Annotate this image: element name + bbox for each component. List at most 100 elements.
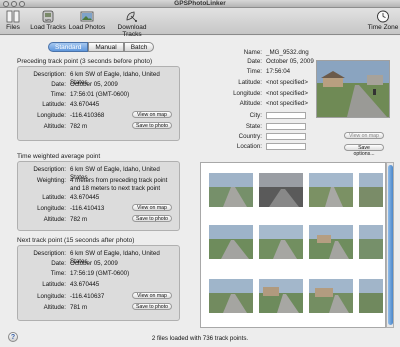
zoom-window-button[interactable] [19, 1, 25, 7]
location-label: Location: [236, 143, 262, 150]
photo-date-value: October 05, 2009 [266, 58, 314, 65]
country-field[interactable] [266, 133, 306, 140]
toolbar-time-zone-label: Time Zone [367, 24, 399, 31]
close-window-button[interactable] [3, 1, 9, 7]
toolbar-files-label: Files [6, 24, 20, 31]
gps-icon: GPS [42, 10, 54, 23]
state-field[interactable] [266, 123, 306, 130]
toolbar-load-photos-button[interactable]: Load Photos [68, 10, 106, 31]
thumbnail [309, 279, 353, 313]
photo-time-label: Time: [246, 68, 262, 75]
preceding-view-on-map-button[interactable]: View on map [132, 111, 172, 118]
next-time-label: Time: [50, 270, 66, 277]
photo-longitude-label: Longitude: [233, 90, 262, 97]
weighted-altitude-label: Altitude: [43, 216, 66, 223]
preceding-time-label: Time: [50, 91, 66, 98]
next-section-title: Next track point (15 seconds after photo… [17, 237, 135, 244]
thumbnail [209, 279, 253, 313]
mode-tabs: Standard Manual Batch [48, 42, 155, 52]
photo-altitude-label: Altitude: [239, 100, 262, 107]
svg-text:GPS: GPS [45, 18, 51, 22]
thumbnail-grid-image [209, 173, 383, 313]
thumbnail [259, 173, 303, 207]
toolbar-time-zone-button[interactable]: Time Zone [367, 10, 399, 31]
next-date-value: October 05, 2009 [70, 260, 118, 267]
thumbnail [359, 173, 383, 207]
next-description-label: Description: [33, 250, 66, 257]
preceding-latitude-label: Latitude: [42, 101, 66, 108]
city-field[interactable] [266, 112, 306, 119]
minimize-window-button[interactable] [11, 1, 17, 7]
clock-icon [377, 10, 389, 23]
next-latitude-value: 43.670445 [70, 281, 100, 288]
thumbnail [209, 225, 253, 259]
tab-manual[interactable]: Manual [88, 42, 124, 52]
thumbnail [359, 225, 383, 259]
preceding-group: Description: 6 km SW of Eagle, Idaho, Uni… [17, 66, 180, 141]
toolbar: Files GPS Load Tracks Load Photos Downlo… [0, 8, 400, 38]
preceding-altitude-label: Altitude: [43, 123, 66, 130]
preceding-description-label: Description: [33, 71, 66, 78]
country-label: Country: [238, 133, 262, 140]
preceding-latitude-value: 43.670445 [70, 101, 100, 108]
next-latitude-label: Latitude: [42, 281, 66, 288]
weighted-weighting-label: Weighting: [36, 177, 66, 184]
preceding-section-title: Preceding track point (3 seconds before … [17, 58, 153, 65]
toolbar-load-tracks-label: Load Tracks [30, 24, 66, 31]
toolbar-load-photos-label: Load Photos [68, 24, 106, 31]
photo-time-value: 17:56:04 [266, 68, 291, 75]
toolbar-download-tracks-button[interactable]: Download Tracks [108, 10, 156, 38]
photo-view-on-map-button[interactable]: View on map [344, 132, 384, 139]
next-view-on-map-button[interactable]: View on map [132, 292, 172, 299]
thumbnail [259, 225, 303, 259]
save-options-button[interactable]: Save options... [344, 144, 384, 157]
tab-standard[interactable]: Standard [48, 42, 89, 52]
toolbar-load-tracks-button[interactable]: GPS Load Tracks [30, 10, 66, 31]
title-bar: GPSPhotoLinker [0, 0, 400, 8]
photo-latitude-value: <not specified> [266, 79, 308, 86]
location-field[interactable] [266, 143, 306, 150]
weighted-view-on-map-button[interactable]: View on map [132, 204, 172, 211]
next-date-label: Date: [51, 260, 66, 267]
weighted-save-to-photo-button[interactable]: Save to photo [132, 215, 172, 222]
photo-name-value: _MG_9532.dng [266, 49, 309, 56]
weighted-latitude-value: 43.670445 [70, 194, 100, 201]
preceding-longitude-label: Longitude: [37, 112, 66, 119]
toolbar-files-button[interactable]: Files [2, 10, 24, 31]
preceding-date-label: Date: [51, 81, 66, 88]
weighted-weighting-value: 4 meters from preceding track point and … [70, 177, 168, 192]
thumbnail [209, 173, 253, 207]
next-time-value: 17:56:19 (GMT-0600) [70, 270, 130, 277]
weighted-longitude-label: Longitude: [37, 205, 66, 212]
photo-date-label: Date: [247, 58, 262, 65]
preceding-date-value: October 05, 2009 [70, 81, 118, 88]
photo-longitude-value: <not specified> [266, 90, 308, 97]
weighted-latitude-label: Latitude: [42, 194, 66, 201]
photo-preview-image [317, 61, 389, 117]
photo-latitude-label: Latitude: [238, 79, 262, 86]
photo-icon [80, 11, 94, 22]
photo-thumbnail-grid[interactable] [200, 162, 386, 328]
thumbnail [259, 279, 303, 313]
photo-name-label: Name: [243, 49, 262, 56]
next-save-to-photo-button[interactable]: Save to photo [132, 303, 172, 310]
tab-batch[interactable]: Batch [123, 42, 155, 52]
thumbnail-scrollbar[interactable] [386, 162, 394, 328]
thumbnail [359, 279, 383, 313]
window-title: GPSPhotoLinker [174, 0, 226, 7]
satellite-dish-icon [126, 11, 137, 22]
weighted-group: Description: 6 km SW of Eagle, Idaho, Uni… [17, 161, 180, 231]
scrollbar-thumb[interactable] [388, 165, 393, 325]
main-panel: Standard Manual Batch Preceding track po… [0, 36, 400, 347]
weighted-description-label: Description: [33, 166, 66, 173]
weighted-section-title: Time weighted average point [17, 153, 101, 160]
photo-preview [316, 60, 390, 118]
status-text: 2 files loaded with 736 track points. [151, 335, 249, 342]
next-altitude-label: Altitude: [43, 304, 66, 311]
next-group: Description: 6 km SW of Eagle, Idaho, Uni… [17, 245, 180, 321]
city-label: City: [249, 112, 262, 119]
state-label: State: [245, 123, 262, 130]
preceding-save-to-photo-button[interactable]: Save to photo [132, 122, 172, 129]
photo-altitude-value: <not specified> [266, 100, 308, 107]
thumbnail [309, 225, 353, 259]
